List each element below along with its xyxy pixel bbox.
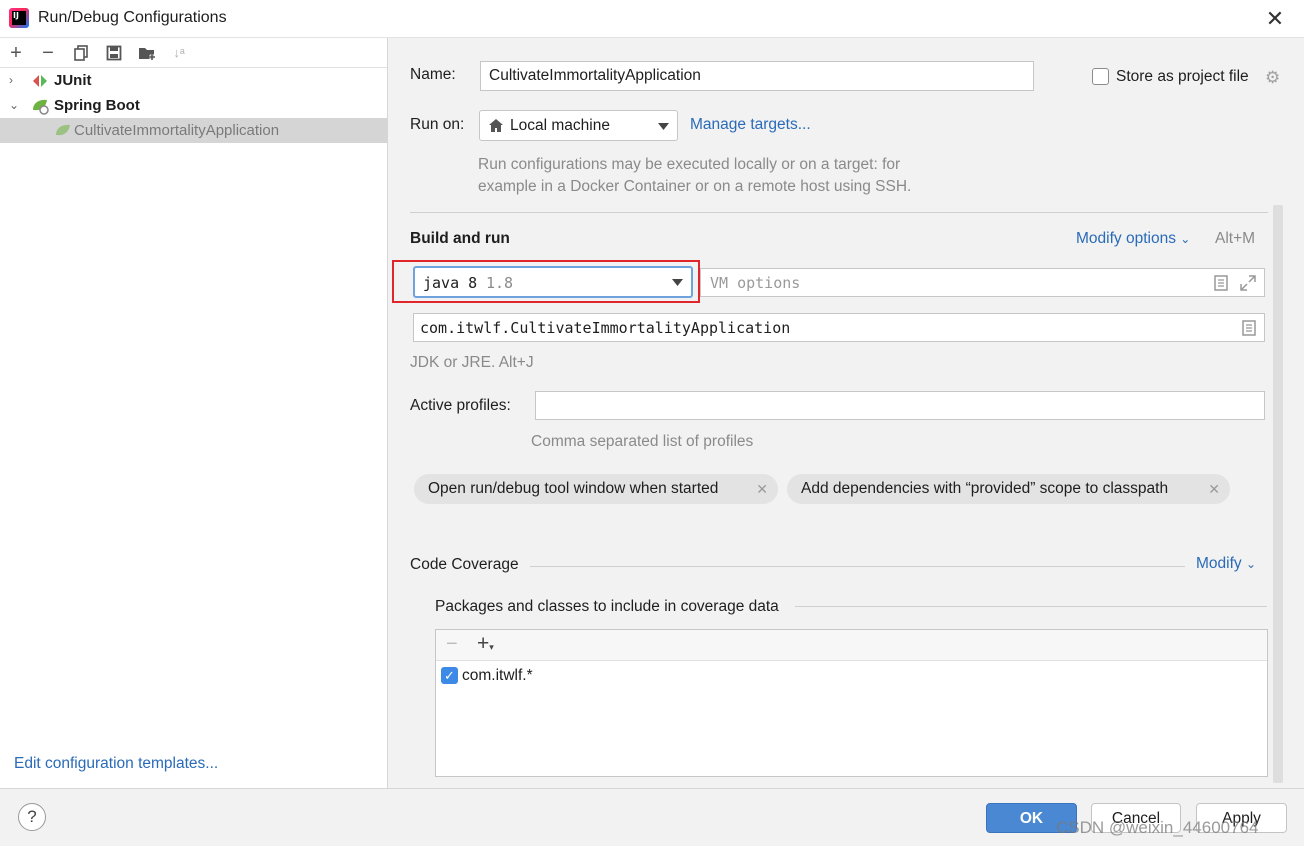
chevron-down-icon: ⌄ (9, 98, 20, 112)
modify-options-shortcut: Alt+M (1215, 230, 1256, 247)
home-icon (489, 119, 503, 132)
chip-label: Add dependencies with “provided” scope t… (801, 480, 1169, 497)
modify-label: Modify (1196, 555, 1242, 572)
spring-boot-icon (56, 124, 70, 136)
gear-icon[interactable]: ⚙ (1265, 68, 1280, 88)
chip-label: Open run/debug tool window when started (428, 480, 719, 497)
jdk-value: java 8 (423, 274, 478, 292)
document-icon[interactable] (1242, 320, 1256, 336)
main-class-value: com.itwlf.CultivateImmortalityApplicatio… (420, 319, 791, 337)
spring-boot-icon (33, 99, 49, 115)
divider (530, 566, 1185, 567)
scrollbar[interactable] (1273, 205, 1283, 783)
tree-item-spring-boot[interactable]: ⌄ Spring Boot (0, 93, 387, 118)
configurations-tree-panel: + − ↓ᵃ › JUnit ⌄ Spring Boot CultivateIm… (0, 38, 388, 788)
code-coverage-heading: Code Coverage (410, 556, 519, 573)
divider (795, 606, 1267, 607)
close-icon[interactable]: ✕ (1262, 6, 1288, 32)
vm-options-placeholder: VM options (710, 274, 801, 292)
tree-item-label: Spring Boot (54, 97, 140, 114)
run-on-hint-line-1: Run configurations may be executed local… (478, 156, 901, 173)
run-on-dropdown[interactable]: Local machine (479, 110, 678, 141)
junit-icon (33, 75, 47, 87)
build-and-run-heading: Build and run (410, 230, 510, 247)
window-title: Run/Debug Configurations (38, 9, 227, 26)
store-as-project-file-label: Store as project file (1116, 68, 1249, 85)
watermark: CSDN @weixin_44600764 (1056, 818, 1259, 837)
tree-item-cultivate-immortality-application[interactable]: CultivateImmortalityApplication (0, 118, 387, 143)
new-folder-icon[interactable] (136, 42, 158, 64)
name-field-value: CultivateImmortalityApplication (489, 67, 701, 84)
name-field[interactable]: CultivateImmortalityApplication (480, 61, 1034, 91)
modify-options-link[interactable]: Modify options ⌄ (1076, 230, 1190, 248)
packages-heading: Packages and classes to include in cover… (435, 598, 779, 615)
copy-icon[interactable] (70, 42, 92, 64)
jdk-version: 1.8 (486, 274, 514, 292)
intellij-app-icon: IJ (9, 8, 29, 28)
remove-package-button[interactable]: − (446, 633, 458, 656)
run-on-value: Local machine (510, 117, 610, 134)
close-icon[interactable]: ✕ (1208, 474, 1220, 504)
chevron-right-icon: › (9, 73, 13, 87)
add-package-button[interactable]: +▾ (477, 632, 494, 656)
title-bar: IJ Run/Debug Configurations ✕ (0, 0, 1304, 38)
close-icon[interactable]: ✕ (756, 474, 768, 504)
edit-configuration-templates-link[interactable]: Edit configuration templates... (14, 755, 218, 773)
store-as-project-file-checkbox[interactable] (1092, 68, 1109, 85)
active-profiles-field[interactable] (535, 391, 1265, 420)
profiles-hint: Comma separated list of profiles (531, 433, 754, 450)
modify-options-label: Modify options (1076, 230, 1176, 247)
tree-item-label: JUnit (54, 72, 92, 89)
tree-toolbar: + − ↓ᵃ (0, 38, 387, 68)
divider (410, 212, 1268, 213)
package-checkbox[interactable]: ✓ (441, 667, 458, 684)
add-configuration-button[interactable]: + (5, 42, 27, 64)
vm-options-field[interactable]: VM options (700, 268, 1265, 297)
dropdown-arrow-icon (658, 123, 669, 130)
modify-coverage-link[interactable]: Modify ⌄ (1196, 555, 1256, 573)
tree-item-label: CultivateImmortalityApplication (74, 122, 280, 139)
remove-configuration-button[interactable]: − (37, 42, 59, 64)
package-pattern: com.itwlf.* (462, 667, 533, 684)
document-icon[interactable] (1214, 275, 1228, 291)
sort-icon[interactable]: ↓ᵃ (168, 42, 190, 64)
option-chip-provided-scope[interactable]: Add dependencies with “provided” scope t… (787, 474, 1230, 504)
option-chip-open-tool-window[interactable]: Open run/debug tool window when started … (414, 474, 778, 504)
coverage-packages-list: − +▾ ✓ com.itwlf.* (435, 629, 1268, 777)
jdk-dropdown[interactable]: java 8 1.8 (413, 266, 693, 298)
run-on-hint-line-2: example in a Docker Container or on a re… (478, 178, 912, 195)
manage-targets-link[interactable]: Manage targets... (690, 116, 811, 134)
main-class-field[interactable]: com.itwlf.CultivateImmortalityApplicatio… (413, 313, 1265, 342)
save-icon[interactable] (103, 42, 125, 64)
name-label: Name: (410, 66, 456, 83)
dropdown-arrow-icon (672, 279, 683, 286)
jdk-hint: JDK or JRE. Alt+J (410, 354, 534, 371)
help-button[interactable]: ? (18, 803, 46, 831)
dialog-button-bar: ? OK Cancel Apply CSDN @weixin_44600764 (0, 788, 1304, 846)
run-on-label: Run on: (410, 116, 465, 133)
tree-item-junit[interactable]: › JUnit (0, 68, 387, 93)
coverage-list-toolbar: − +▾ (436, 630, 1267, 661)
expand-icon[interactable] (1240, 275, 1256, 291)
active-profiles-label: Active profiles: (410, 397, 511, 414)
